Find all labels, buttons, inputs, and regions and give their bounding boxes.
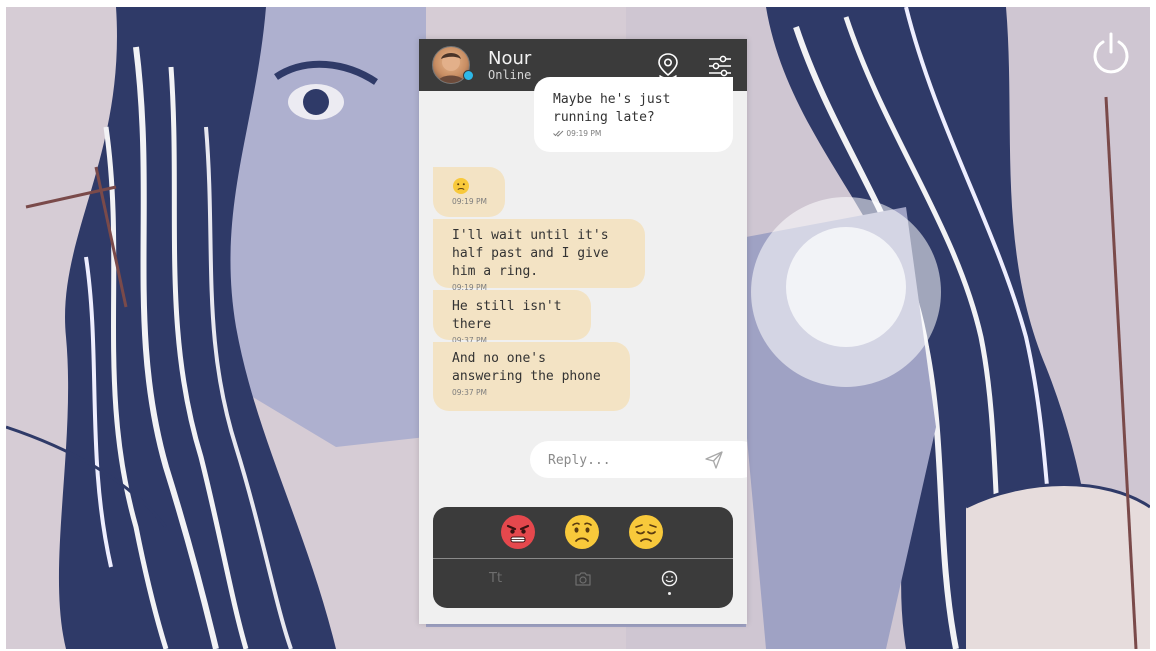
game-scene: Nour Online Maybe he's just running late…: [0, 0, 1156, 651]
message-time-text: 09:19 PM: [566, 129, 602, 138]
emoji-option-angry[interactable]: [500, 514, 536, 550]
emoji-option-disappointed[interactable]: [628, 514, 664, 550]
double-check-icon: [553, 130, 564, 137]
send-button[interactable]: [704, 450, 724, 470]
message-text: I'll wait until it's half past and I giv…: [452, 228, 609, 279]
location-pin-icon: [658, 53, 678, 80]
message-list: Maybe he's just running late? 09:19 PM 0…: [419, 77, 747, 431]
slightly-frowning-face-icon: [453, 178, 469, 194]
camera-icon: [575, 572, 591, 586]
message-bubble-incoming: I'll wait until it's half past and I giv…: [433, 219, 645, 292]
power-button[interactable]: [1088, 30, 1134, 76]
location-button[interactable]: [655, 52, 681, 80]
phone-chat-window: Nour Online Maybe he's just running late…: [419, 39, 747, 624]
contact-status: Online: [488, 68, 532, 82]
settings-button[interactable]: [707, 52, 733, 80]
contact-name: Nour: [488, 48, 532, 69]
emoji-option-worried[interactable]: [564, 514, 600, 550]
message-bubble-incoming: He still isn't there 09:37 PM: [433, 290, 591, 345]
message-text: Maybe he's just running late?: [553, 92, 671, 125]
reply-box: [530, 441, 747, 478]
emoji-keyboard: Tt: [433, 507, 733, 608]
message-time: 09:19 PM: [452, 197, 487, 206]
online-status-dot: [463, 70, 474, 81]
smiley-icon: [661, 570, 678, 587]
worried-face-icon: [565, 515, 599, 549]
keyboard-divider: [433, 558, 733, 559]
message-bubble-outgoing: Maybe he's just running late? 09:19 PM: [534, 77, 733, 152]
message-bubble-incoming: And no one's answering the phone 09:37 P…: [433, 342, 630, 411]
message-time: 09:37 PM: [452, 388, 487, 397]
message-bubble-incoming: 09:19 PM: [433, 167, 505, 217]
camera-tab[interactable]: [574, 571, 592, 593]
power-icon: [1093, 32, 1129, 74]
message-time: 09:19 PM: [553, 128, 719, 139]
angry-face-icon: [501, 515, 535, 549]
text-tab[interactable]: Tt: [489, 571, 502, 593]
paper-plane-icon: [705, 451, 723, 469]
emoji-tab[interactable]: [661, 570, 678, 592]
message-text: He still isn't there: [452, 299, 562, 332]
sliders-icon: [709, 55, 731, 77]
emoji-options: [433, 507, 733, 558]
active-tab-indicator: [668, 592, 671, 595]
message-text: And no one's answering the phone: [452, 351, 601, 384]
reply-input[interactable]: [548, 450, 698, 470]
disappointed-face-icon: [629, 515, 663, 549]
